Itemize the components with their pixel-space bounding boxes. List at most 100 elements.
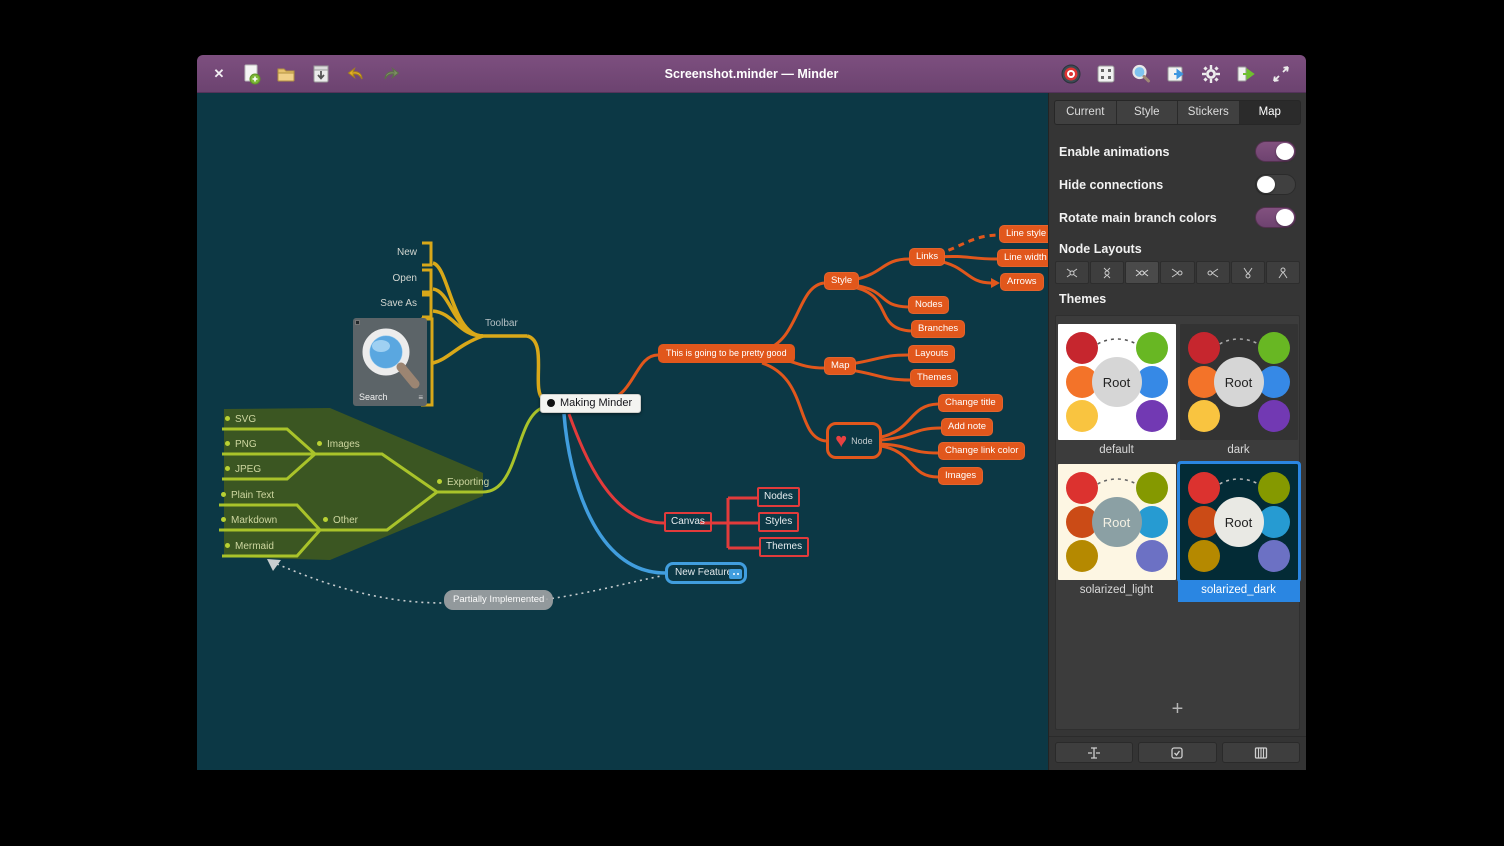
node-search-label: Search (359, 392, 388, 402)
redo-icon[interactable] (378, 61, 404, 87)
node-jpeg[interactable]: JPEG (225, 464, 261, 475)
theme-root-circle: Root (1092, 357, 1142, 407)
themes-label: Themes (1049, 284, 1306, 311)
theme-name: default (1056, 440, 1178, 462)
node-change-title[interactable]: Change title (938, 394, 1003, 412)
node-list-icon[interactable]: ≡ (418, 394, 423, 402)
tab-stickers[interactable]: Stickers (1178, 101, 1240, 124)
node-branches[interactable]: Branches (911, 320, 965, 338)
enable-animations-switch[interactable] (1255, 141, 1296, 162)
node-line-style[interactable]: Line style (999, 225, 1048, 243)
root-node[interactable]: Making Minder (540, 394, 641, 413)
node-canvas[interactable]: Canvas (664, 512, 712, 532)
tab-map[interactable]: Map (1240, 101, 1301, 124)
magnifier-image (353, 324, 427, 394)
titlebar: ✕ Screenshot.minder — Minder (197, 55, 1306, 93)
add-theme-button[interactable]: + (1172, 698, 1184, 721)
bullet-dot (317, 441, 322, 446)
layout-left-button[interactable] (1160, 261, 1194, 284)
columns-view-button[interactable] (1222, 742, 1300, 763)
root-bullet (547, 399, 555, 407)
rotate-branch-colors-switch[interactable] (1255, 207, 1296, 228)
node-open[interactable]: Open (383, 273, 417, 284)
node-toolbar[interactable]: Toolbar (485, 318, 518, 329)
bullet-dot (323, 517, 328, 522)
node-search-image[interactable]: Search ≡ (353, 318, 427, 406)
settings-gear-icon[interactable] (1198, 61, 1224, 87)
node-nodes[interactable]: Nodes (908, 296, 949, 314)
completed-tasks-button[interactable] (1138, 742, 1216, 763)
mindmap-canvas[interactable]: Making Minder Toolbar New Open Save As S… (197, 93, 1048, 770)
sidebar: Current Style Stickers Map Enable animat… (1048, 93, 1306, 770)
enable-animations-label: Enable animations (1059, 145, 1169, 159)
theme-dark[interactable]: Root dark (1178, 322, 1300, 462)
node-pretty-good[interactable]: This is going to be pretty good (658, 344, 795, 363)
branch-toolbar (421, 243, 544, 405)
theme-root-circle: Root (1214, 497, 1264, 547)
theme-root-circle: Root (1214, 357, 1264, 407)
node-themes[interactable]: Themes (910, 369, 958, 387)
theme-default[interactable]: Root default (1056, 322, 1178, 462)
fullscreen-icon[interactable] (1268, 61, 1294, 87)
theme-name: solarized_dark (1178, 580, 1300, 602)
arrowhead-arrows (991, 278, 1000, 288)
node-canvas-themes[interactable]: Themes (759, 537, 809, 557)
zoom-search-icon[interactable] (1128, 61, 1154, 87)
focus-mode-icon[interactable] (1058, 61, 1084, 87)
bullet-dot (225, 466, 230, 471)
node-canvas-styles[interactable]: Styles (758, 512, 799, 532)
bullet-dot (225, 416, 230, 421)
node-new[interactable]: New (387, 247, 417, 258)
export-icon[interactable] (1233, 61, 1259, 87)
save-icon[interactable] (308, 61, 334, 87)
node-heart[interactable]: ♥ Node (826, 422, 882, 459)
theme-name: solarized_light (1056, 580, 1178, 602)
layout-manual-button[interactable] (1055, 261, 1089, 284)
zoom-fit-icon[interactable] (1093, 61, 1119, 87)
node-add-note[interactable]: Add note (941, 418, 993, 436)
close-button[interactable]: ✕ (209, 61, 229, 87)
theme-solarized-dark[interactable]: Root solarized_dark (1178, 462, 1300, 602)
new-document-icon[interactable] (238, 61, 264, 87)
hide-connections-switch[interactable] (1255, 174, 1296, 195)
node-png[interactable]: PNG (225, 439, 257, 450)
layout-down-button[interactable] (1266, 261, 1300, 284)
node-plain-text[interactable]: Plain Text (221, 490, 274, 501)
tab-style[interactable]: Style (1117, 101, 1179, 124)
layout-vertical-button[interactable] (1090, 261, 1124, 284)
node-images[interactable]: Images (317, 439, 360, 450)
node-line-width[interactable]: Line width (997, 249, 1048, 267)
node-markdown[interactable]: Markdown (221, 515, 277, 526)
tab-current[interactable]: Current (1055, 101, 1117, 124)
node-map[interactable]: Map (824, 357, 856, 375)
node-exporting[interactable]: Exporting (437, 477, 489, 488)
theme-solarized-light[interactable]: Root solarized_light (1056, 462, 1178, 602)
open-folder-icon[interactable] (273, 61, 299, 87)
connections-layer (197, 93, 1048, 770)
layout-right-button[interactable] (1196, 261, 1230, 284)
node-other[interactable]: Other (323, 515, 358, 526)
node-layouts[interactable]: Layouts (908, 345, 955, 363)
export-window-icon[interactable] (1163, 61, 1189, 87)
toggle-row-branch-colors: Rotate main branch colors (1049, 201, 1306, 234)
node-layouts-group (1049, 261, 1306, 284)
note-indicator-icon[interactable] (729, 569, 742, 579)
layout-up-button[interactable] (1231, 261, 1265, 284)
node-save-as[interactable]: Save As (373, 298, 417, 309)
bullet-dot (221, 492, 226, 497)
node-svg[interactable]: SVG (225, 414, 256, 425)
node-arrows[interactable]: Arrows (1000, 273, 1044, 291)
bullet-dot (221, 517, 226, 522)
node-images-2[interactable]: Images (938, 467, 983, 485)
node-canvas-nodes[interactable]: Nodes (757, 487, 800, 507)
node-change-link-color[interactable]: Change link color (938, 442, 1025, 460)
sidebar-footer (1049, 736, 1306, 770)
connection-title[interactable]: Partially Implemented (444, 590, 553, 610)
node-mermaid[interactable]: Mermaid (225, 541, 274, 552)
connection-arrowhead (267, 559, 281, 571)
node-style[interactable]: Style (824, 272, 859, 290)
layout-horizontal-button[interactable] (1125, 261, 1159, 284)
node-links[interactable]: Links (909, 248, 945, 266)
undo-icon[interactable] (343, 61, 369, 87)
balance-nodes-button[interactable] (1055, 742, 1133, 763)
